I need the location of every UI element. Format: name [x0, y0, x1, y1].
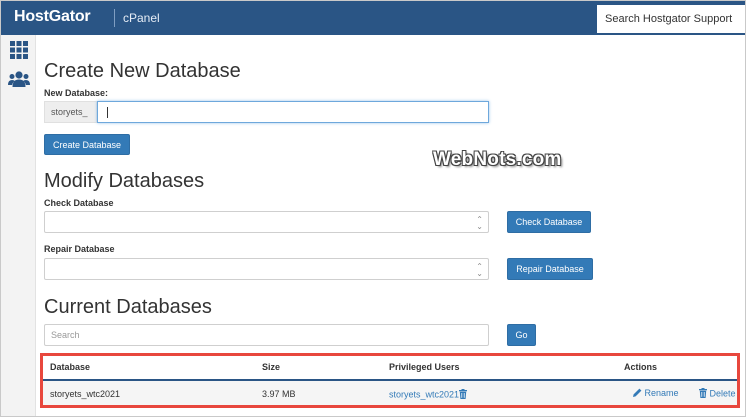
check-database-label: Check Database: [44, 198, 114, 208]
go-button[interactable]: Go: [507, 324, 536, 346]
check-database-select[interactable]: ⌃ ⌄: [44, 211, 489, 233]
repair-database-button[interactable]: Repair Database: [507, 258, 593, 280]
new-database-label: New Database:: [44, 88, 109, 98]
users-icon[interactable]: [8, 71, 30, 89]
select-arrows-icon: ⌃ ⌄: [476, 215, 483, 231]
databases-table: Database Size Privileged Users Actions s…: [40, 353, 740, 408]
watermark-logo: WebNots.com: [433, 149, 562, 170]
column-header-size[interactable]: Size: [262, 362, 280, 372]
current-databases-heading: Current Databases: [44, 296, 212, 318]
grid-icon[interactable]: [10, 41, 28, 59]
column-header-privileged-users: Privileged Users: [389, 362, 460, 372]
database-search-input[interactable]: [44, 324, 489, 346]
check-database-button[interactable]: Check Database: [507, 211, 591, 233]
select-arrows-icon: ⌃ ⌄: [476, 262, 483, 278]
top-bar: HostGator cPanel: [1, 1, 745, 35]
delete-link[interactable]: Delete: [710, 388, 736, 398]
trash-icon: [699, 388, 707, 400]
column-header-actions: Actions: [624, 362, 658, 372]
create-database-button[interactable]: Create Database: [44, 134, 130, 155]
delete-action[interactable]: Delete: [699, 388, 736, 400]
modify-databases-heading: Modify Databases: [44, 170, 205, 192]
table-row: storyets_wtc2021 3.97 MB storyets_wtc202…: [43, 381, 737, 405]
rename-action[interactable]: Rename: [633, 388, 679, 399]
column-header-database[interactable]: Database: [50, 362, 90, 372]
privileged-user-link[interactable]: storyets_wtc2021: [389, 389, 459, 399]
repair-database-label: Repair Database: [44, 244, 115, 254]
brand-logo[interactable]: HostGator: [14, 8, 91, 26]
brand-divider: [114, 9, 115, 27]
support-search-input[interactable]: [597, 5, 745, 33]
table-header: Database Size Privileged Users Actions: [43, 356, 737, 381]
rename-link[interactable]: Rename: [645, 388, 679, 398]
cpanel-window: HostGator cPanel Search Hostgator Suppor…: [0, 0, 746, 417]
trash-icon[interactable]: [459, 389, 468, 401]
text-cursor: [107, 107, 108, 118]
repair-database-select[interactable]: ⌃ ⌄: [44, 258, 489, 280]
database-prefix: storyets_: [44, 101, 97, 123]
new-database-input[interactable]: [97, 101, 489, 123]
product-name: cPanel: [123, 11, 160, 25]
pencil-icon: [633, 388, 642, 399]
database-size-cell: 3.97 MB: [262, 389, 296, 399]
sidebar: [1, 35, 36, 416]
create-database-heading: Create New Database: [44, 60, 241, 82]
database-name-cell: storyets_wtc2021: [50, 389, 121, 399]
